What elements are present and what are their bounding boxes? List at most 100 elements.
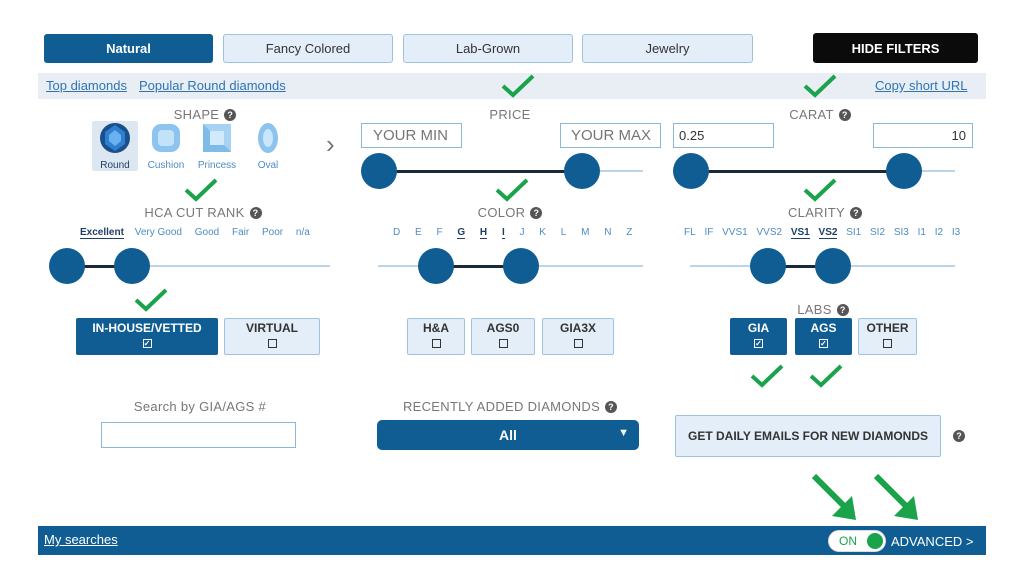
carat-title: CARAT? <box>770 107 870 122</box>
clarity-grade[interactable]: VS2 <box>818 227 838 239</box>
cut-grade[interactable]: Excellent <box>80 227 124 239</box>
clarity-grade[interactable]: VS1 <box>790 227 810 239</box>
checkmark-icon <box>501 74 535 98</box>
tab-fancy-colored[interactable]: Fancy Colored <box>223 34 393 63</box>
color-grade[interactable]: K <box>539 227 546 238</box>
clarity-grade[interactable]: I1 <box>918 227 926 238</box>
tab-jewelry[interactable]: Jewelry <box>582 34 753 63</box>
arrow-down-right-icon <box>873 473 918 520</box>
color-grade[interactable]: G <box>457 227 466 239</box>
cut-title-text: HCA CUT RANK <box>144 205 245 220</box>
cut-grade[interactable]: Poor <box>262 227 283 238</box>
chevron-down-icon: ▼ <box>618 427 629 439</box>
clarity-grade[interactable]: I3 <box>952 227 960 238</box>
color-slider-max-handle[interactable] <box>503 248 539 284</box>
virtual-label: VIRTUAL <box>246 321 298 335</box>
help-icon[interactable]: ? <box>953 430 965 442</box>
help-icon[interactable]: ? <box>605 401 618 413</box>
shape-round[interactable]: Round <box>92 121 138 171</box>
advanced-toggle[interactable]: ON <box>828 530 886 552</box>
clarity-grade[interactable]: SI3 <box>894 227 909 238</box>
price-slider-max-handle[interactable] <box>564 153 600 189</box>
color-grade[interactable]: F <box>436 227 442 238</box>
help-icon[interactable]: ? <box>838 109 851 121</box>
lab-other-label: OTHER <box>866 321 909 335</box>
color-grade[interactable]: L <box>561 227 567 238</box>
cut-title: HCA CUT RANK? <box>128 205 278 220</box>
help-icon[interactable]: ? <box>850 207 862 219</box>
cut-slider-min-handle[interactable] <box>49 248 85 284</box>
ha-toggle[interactable]: H&A <box>407 318 465 355</box>
clarity-slider-min-handle[interactable] <box>750 248 786 284</box>
popular-round-link[interactable]: Popular Round diamonds <box>139 78 286 93</box>
help-icon[interactable]: ? <box>224 109 237 121</box>
color-title: COLOR? <box>455 205 565 220</box>
help-icon[interactable]: ? <box>836 304 849 316</box>
clarity-grade[interactable]: IF <box>704 227 713 238</box>
clarity-grade[interactable]: SI2 <box>870 227 885 238</box>
shape-oval[interactable]: Oval <box>245 121 291 171</box>
help-icon[interactable]: ? <box>249 207 262 219</box>
color-grade[interactable]: D <box>393 227 400 238</box>
clarity-grade[interactable]: VVS2 <box>756 227 782 238</box>
cut-grade[interactable]: Good <box>195 227 219 238</box>
shape-princess[interactable]: Princess <box>194 121 240 171</box>
in-house-vetted-toggle[interactable]: IN-HOUSE/VETTED ✓ <box>76 318 218 355</box>
color-grade[interactable]: Z <box>626 227 632 238</box>
virtual-toggle[interactable]: VIRTUAL <box>224 318 320 355</box>
color-grade[interactable]: J <box>520 227 525 238</box>
carat-slider-max-handle[interactable] <box>886 153 922 189</box>
clarity-grade[interactable]: FL <box>684 227 696 238</box>
carat-max-input[interactable]: 10 <box>873 123 973 148</box>
shape-cushion[interactable]: Cushion <box>143 121 189 171</box>
recent-diamonds-select[interactable]: All ▼ <box>377 420 639 450</box>
daily-emails-button[interactable]: GET DAILY EMAILS FOR NEW DIAMONDS <box>675 415 941 457</box>
clarity-title: CLARITY? <box>770 205 880 220</box>
carat-min-input[interactable]: 0.25 <box>673 123 774 148</box>
lab-ags-toggle[interactable]: AGS ✓ <box>795 318 852 355</box>
clarity-grade[interactable]: SI1 <box>846 227 861 238</box>
ags0-toggle[interactable]: AGS0 <box>471 318 535 355</box>
color-slider-min-handle[interactable] <box>418 248 454 284</box>
cushion-diamond-icon <box>152 124 180 152</box>
help-icon[interactable]: ? <box>530 207 543 219</box>
chevron-right-icon[interactable]: › <box>326 131 335 157</box>
cut-grade[interactable]: n/a <box>296 227 310 238</box>
clarity-title-text: CLARITY <box>787 205 845 220</box>
price-min-input[interactable] <box>361 123 462 148</box>
checkmark-icon <box>134 288 168 312</box>
gia3x-toggle[interactable]: GIA3X <box>542 318 614 355</box>
clarity-grade[interactable]: VVS1 <box>722 227 748 238</box>
advanced-link[interactable]: ADVANCED > <box>891 534 973 549</box>
lab-other-toggle[interactable]: OTHER <box>858 318 917 355</box>
carat-slider-min-handle[interactable] <box>673 153 709 189</box>
color-grade[interactable]: E <box>415 227 422 238</box>
price-slider-min-handle[interactable] <box>361 153 397 189</box>
top-diamonds-link[interactable]: Top diamonds <box>46 78 127 93</box>
checkmark-icon <box>184 178 218 202</box>
cut-grade[interactable]: Fair <box>232 227 249 238</box>
hide-filters-button[interactable]: HIDE FILTERS <box>813 33 978 63</box>
search-cert-input[interactable] <box>101 422 296 448</box>
tab-lab-grown[interactable]: Lab-Grown <box>403 34 573 63</box>
price-slider-range <box>379 170 582 173</box>
clarity-slider-max-handle[interactable] <box>815 248 851 284</box>
tab-natural[interactable]: Natural <box>44 34 213 63</box>
carat-title-text: CARAT <box>789 107 834 122</box>
lab-gia-toggle[interactable]: GIA ✓ <box>730 318 787 355</box>
color-grade[interactable]: I <box>501 227 505 239</box>
checkbox-unchecked-icon <box>573 339 583 348</box>
cut-slider-max-handle[interactable] <box>114 248 150 284</box>
color-grade[interactable]: N <box>604 227 611 238</box>
color-grade[interactable]: H <box>479 227 488 239</box>
checkmark-icon <box>803 178 837 202</box>
price-max-input[interactable] <box>560 123 661 148</box>
copy-short-url-link[interactable]: Copy short URL <box>875 78 967 93</box>
oval-diamond-icon <box>258 123 278 153</box>
my-searches-link[interactable]: My searches <box>44 532 118 547</box>
clarity-grade[interactable]: I2 <box>935 227 943 238</box>
gia3x-label: GIA3X <box>559 321 596 335</box>
color-grade[interactable]: M <box>581 227 589 238</box>
cut-grade[interactable]: Very Good <box>135 227 182 238</box>
shape-princess-label: Princess <box>197 160 237 171</box>
